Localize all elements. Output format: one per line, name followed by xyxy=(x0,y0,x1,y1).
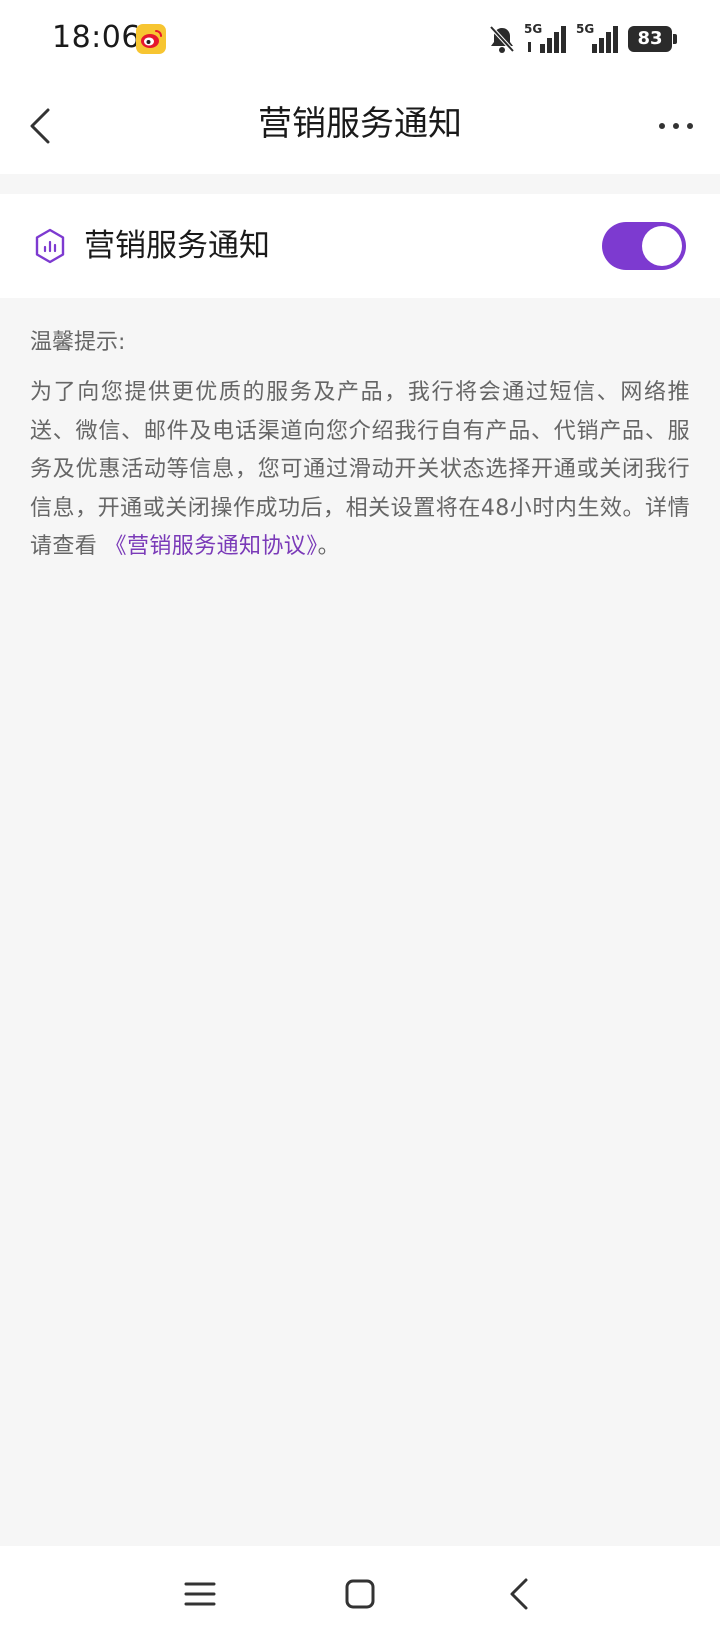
weibo-icon xyxy=(136,24,166,54)
page-title: 营销服务通知 xyxy=(258,104,462,144)
agreement-link[interactable]: 《营销服务通知协议》 xyxy=(105,534,318,559)
tips-section: 温馨提示: 为了向您提供更优质的服务及产品，我行将会通过短信、网络推送、微信、邮… xyxy=(30,326,690,567)
tips-title: 温馨提示: xyxy=(30,330,126,355)
signal-icon-2: 5G xyxy=(576,22,620,54)
battery-icon: 83 xyxy=(628,26,677,52)
menu-icon[interactable] xyxy=(176,1570,224,1618)
system-nav-bar xyxy=(0,1546,720,1640)
setting-label: 营销服务通知 xyxy=(84,228,270,264)
nav-bar: 营销服务通知 xyxy=(0,78,720,174)
back-icon[interactable] xyxy=(496,1570,544,1618)
status-bar: 18:06 5G 5G 83 xyxy=(0,0,720,78)
screen: 18:06 5G 5G 83 营销服务通知 营销服务通知 温馨提示: 为了向您提… xyxy=(0,0,720,1640)
signal-icon: 5G xyxy=(524,22,568,54)
home-icon[interactable] xyxy=(336,1570,384,1618)
toggle-knob xyxy=(642,226,682,266)
tips-body: 为了向您提供更优质的服务及产品，我行将会通过短信、网络推送、微信、邮件及电话渠道… xyxy=(30,374,690,567)
bell-muted-icon xyxy=(488,24,516,54)
marketing-notification-row: 营销服务通知 xyxy=(0,194,720,298)
status-time: 18:06 xyxy=(52,20,141,55)
marketing-notification-toggle[interactable] xyxy=(602,222,686,270)
tips-body-end: 。 xyxy=(317,534,341,559)
tips-body-text: 为了向您提供更优质的服务及产品，我行将会通过短信、网络推送、微信、邮件及电话渠道… xyxy=(30,380,690,559)
status-icons: 5G 5G 83 xyxy=(488,22,677,56)
hexagon-chart-icon xyxy=(34,228,66,264)
more-dots-icon[interactable] xyxy=(656,108,696,144)
